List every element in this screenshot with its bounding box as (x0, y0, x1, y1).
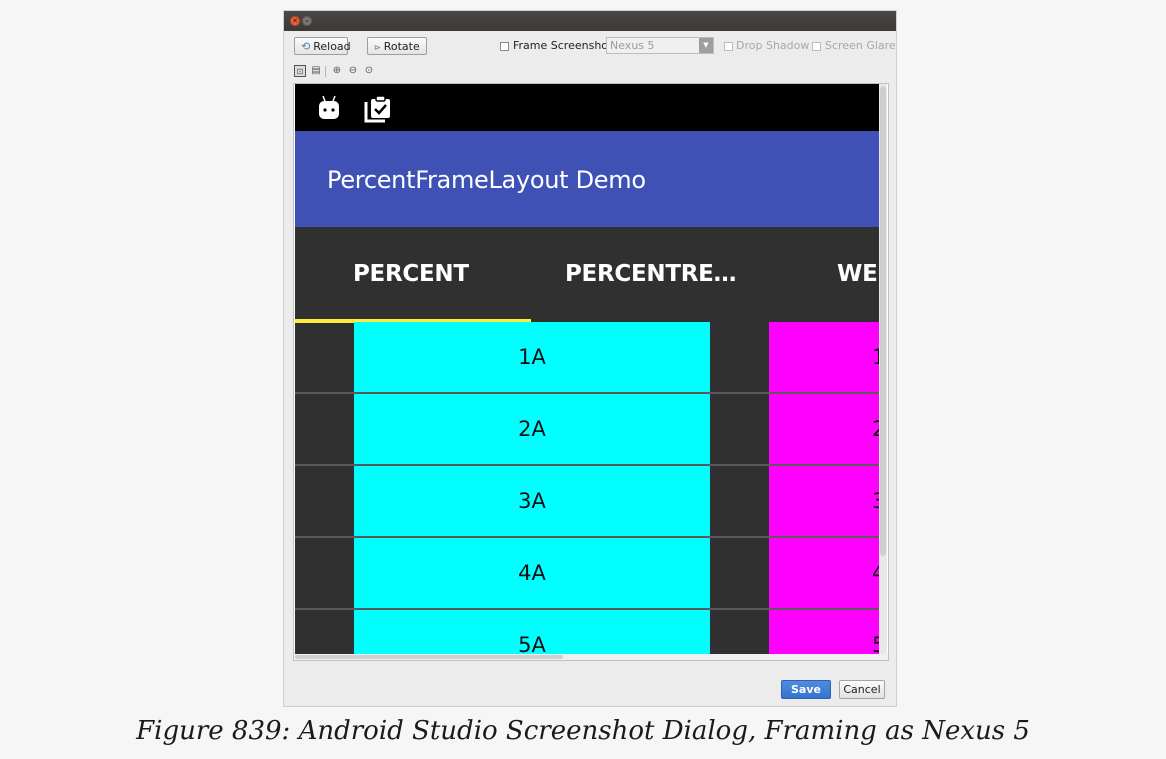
frame-screenshot-label: Frame Screenshot (513, 39, 613, 52)
save-button[interactable]: Save (781, 680, 831, 699)
clipboard-check-icon (364, 95, 390, 123)
minimize-icon: – (305, 17, 309, 25)
cell-a: 1A (354, 322, 710, 392)
zoom-separator (325, 66, 326, 77)
tab-bar: PERCENT PERCENTRE… WEI (295, 227, 879, 323)
table-row: 3A 3 (295, 466, 879, 538)
content-list: 1A 1 2A 2 3A 3 4A 4 5A 5 (295, 322, 879, 660)
zoom-actual-icon[interactable]: ▤ (310, 65, 322, 77)
vertical-scrollbar[interactable] (879, 84, 887, 660)
cell-a: 3A (354, 466, 710, 536)
screen-glare-label: Screen Glare (825, 39, 896, 52)
table-row: 2A 2 (295, 394, 879, 466)
cell-b-label: 5 (872, 610, 879, 660)
title-bar: ✕ – (284, 11, 896, 31)
close-icon: ✕ (292, 17, 298, 25)
horizontal-scroll-thumb[interactable] (295, 655, 563, 659)
tab-percentrelative[interactable]: PERCENTRE… (565, 261, 737, 287)
reload-icon: ⟲ (301, 40, 311, 53)
frame-screenshot-checkbox[interactable] (500, 42, 509, 51)
app-title: PercentFrameLayout Demo (327, 166, 646, 194)
cell-a: 2A (354, 394, 710, 464)
zoom-reset-icon[interactable]: ⊙ (363, 65, 375, 77)
cell-b: 3 (769, 466, 879, 536)
zoom-out-icon[interactable]: ⊖ (347, 65, 359, 77)
drop-shadow-label: Drop Shadow (736, 39, 810, 52)
tab-percent[interactable]: PERCENT (353, 261, 469, 287)
screenshot-dialog: ✕ – ⟲ Reload ⊳ Rotate Frame Screenshot Nex… (284, 11, 896, 706)
cell-b-label: 1 (872, 322, 879, 392)
zoom-toolbar: ⊡ ▤ ⊕ ⊖ ⊙ (292, 65, 492, 79)
status-bar (295, 84, 879, 131)
toolbar: ⟲ Reload ⊳ Rotate Frame Screenshot Nexus 5… (284, 31, 896, 61)
cell-a: 4A (354, 538, 710, 608)
reload-label: Reload (313, 40, 351, 53)
screen-glare-checkbox[interactable] (812, 42, 821, 51)
tab-weight[interactable]: WEI (837, 261, 879, 287)
table-row: 1A 1 (295, 322, 879, 394)
cell-a: 5A (354, 610, 710, 660)
cell-b: 1 (769, 322, 879, 392)
drop-shadow-checkbox[interactable] (724, 42, 733, 51)
figure-caption: Figure 839: Android Studio Screenshot Di… (136, 716, 1030, 746)
zoom-in-icon[interactable]: ⊕ (331, 65, 343, 77)
device-select-value: Nexus 5 (610, 39, 655, 52)
vertical-scroll-thumb[interactable] (880, 86, 886, 556)
minimize-window-button[interactable]: – (302, 16, 312, 26)
cell-b-label: 4 (872, 538, 879, 608)
cancel-button[interactable]: Cancel (839, 680, 885, 699)
close-window-button[interactable]: ✕ (290, 16, 300, 26)
zoom-fit-icon[interactable]: ⊡ (294, 65, 306, 77)
table-row: 5A 5 (295, 610, 879, 660)
cell-b: 5 (769, 610, 879, 660)
horizontal-scrollbar[interactable] (294, 654, 888, 660)
chevron-down-icon[interactable]: ▼ (699, 38, 713, 53)
android-icon (319, 95, 339, 119)
cell-b-label: 2 (872, 394, 879, 464)
cell-b: 2 (769, 394, 879, 464)
cell-b-label: 3 (872, 466, 879, 536)
rotate-button[interactable]: ⊳ Rotate (367, 37, 427, 55)
cell-b: 4 (769, 538, 879, 608)
rotate-label: Rotate (383, 40, 420, 53)
table-row: 4A 4 (295, 538, 879, 610)
device-select[interactable]: Nexus 5 ▼ (606, 37, 714, 54)
screenshot-preview: PercentFrameLayout Demo PERCENT PERCENTR… (293, 83, 889, 661)
phone-screen: PercentFrameLayout Demo PERCENT PERCENTR… (295, 84, 879, 660)
rotate-icon: ⊳ (374, 43, 381, 52)
app-bar: PercentFrameLayout Demo (295, 131, 879, 227)
reload-button[interactable]: ⟲ Reload (294, 37, 351, 55)
